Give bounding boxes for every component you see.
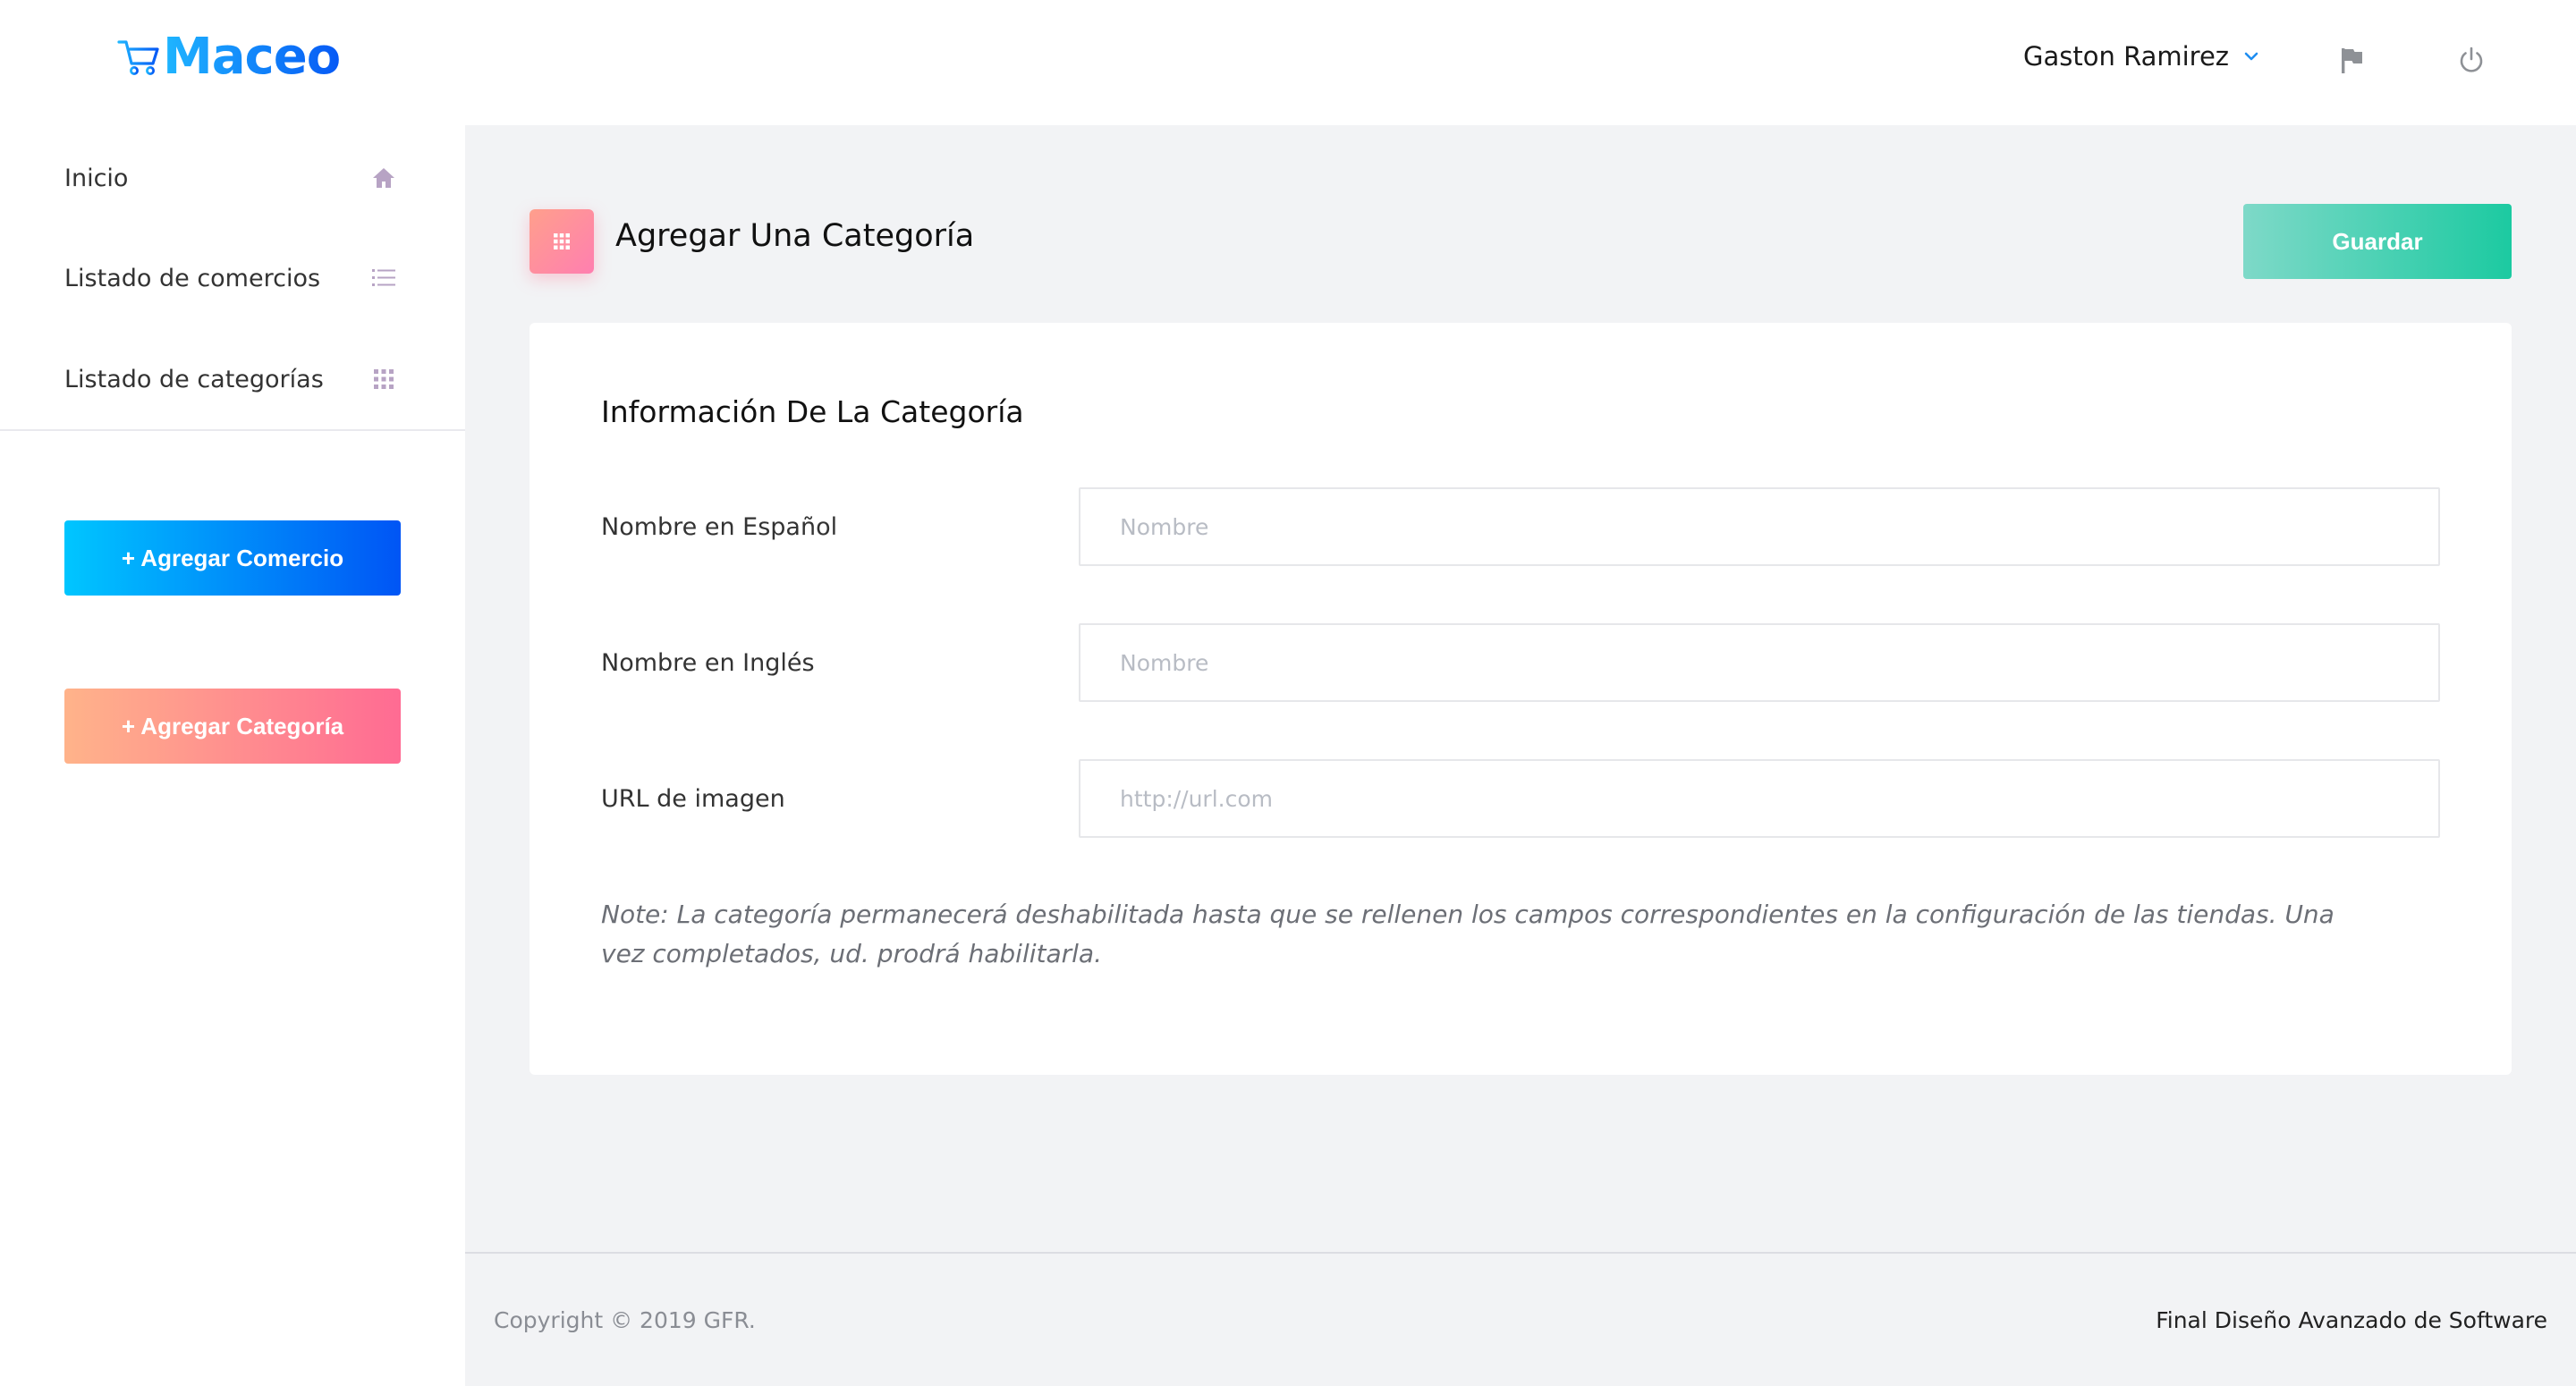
page-title: Agregar Una Categoría [615,218,975,254]
footer-divider [465,1252,2576,1254]
sidebar-item-label: Listado de categorías [64,365,324,393]
sidebar-item-comercios[interactable]: Listado de comercios [0,228,465,328]
save-button[interactable]: Guardar [2243,204,2512,279]
form-note: Note: La categoría permanecerá deshabili… [601,900,2334,968]
grid-icon [374,369,394,389]
cart-icon [117,40,159,76]
top-header: Maceo Gaston Ramirez [0,0,2576,125]
footer-project-text: Final Diseño Avanzado de Software [2156,1307,2547,1333]
grid-icon [554,233,570,249]
form-title: Información De La Categoría [601,394,1024,429]
logo[interactable]: Maceo [116,28,341,86]
home-icon [373,168,394,188]
user-name: Gaston Ramirez [2023,41,2230,72]
sidebar-item-label: Listado de comercios [64,264,321,292]
add-categoria-button[interactable]: + Agregar Categoría [64,689,401,764]
form-row-nombre-es: Nombre en Español [601,487,2444,566]
nombre-es-input[interactable] [1079,487,2440,566]
chevron-down-icon [2244,52,2258,61]
sidebar-divider [0,429,465,431]
sidebar-item-categorias[interactable]: Listado de categorías [0,329,465,429]
nombre-en-label: Nombre en Inglés [601,648,815,677]
sidebar-item-label: Inicio [64,164,129,192]
user-menu[interactable]: Gaston Ramirez [2023,41,2261,72]
form-row-url-imagen: URL de imagen [601,759,2444,838]
url-imagen-input[interactable] [1079,759,2440,838]
power-icon[interactable] [2456,45,2487,75]
url-imagen-label: URL de imagen [601,784,785,813]
logo-text: Maceo [163,28,341,86]
flag-icon[interactable] [2336,45,2367,75]
nombre-en-input[interactable] [1079,623,2440,702]
copyright-text: Copyright © 2019 GFR. [494,1307,756,1333]
sidebar-item-inicio[interactable]: Inicio [0,128,465,228]
list-icon [372,269,395,286]
page-header-icon [530,209,594,274]
nombre-es-label: Nombre en Español [601,512,838,541]
sidebar: Inicio Listado de comercios Listado de c… [0,125,465,1386]
add-comercio-button[interactable]: + Agregar Comercio [64,520,401,596]
category-form-card: Información De La Categoría Nombre en Es… [530,323,2512,1075]
form-row-nombre-en: Nombre en Inglés [601,623,2444,702]
